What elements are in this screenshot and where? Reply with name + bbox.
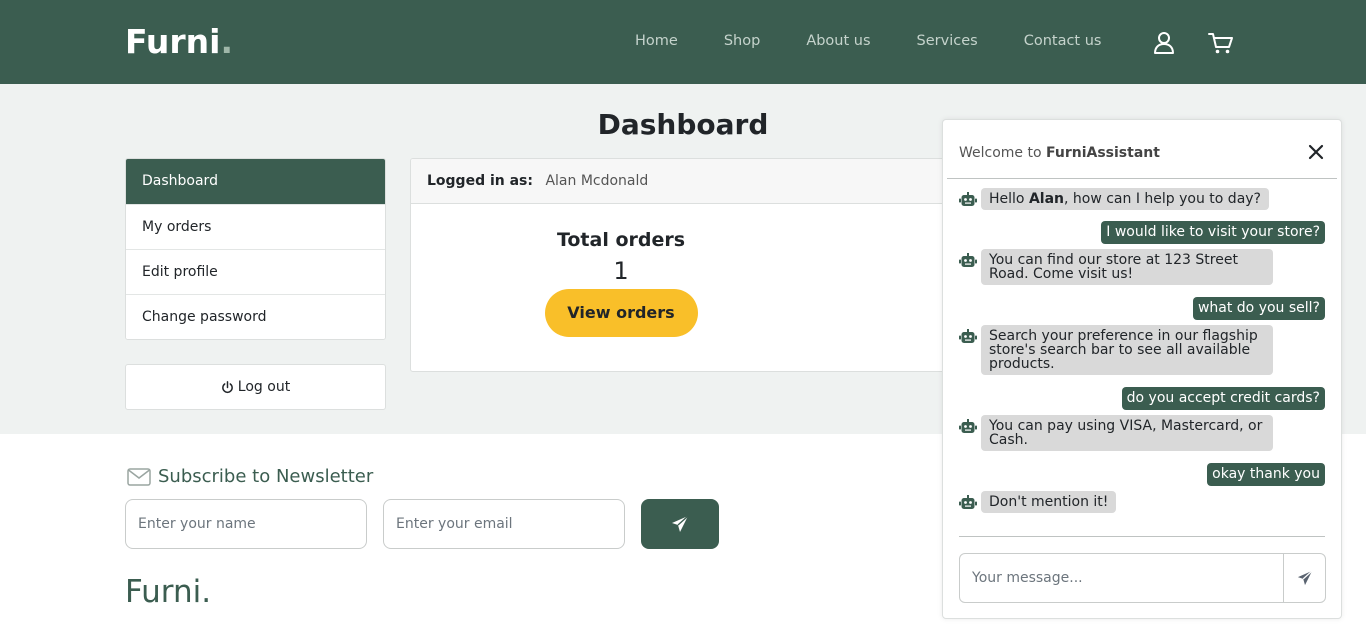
nav-link-about-us[interactable]: About us	[806, 33, 870, 49]
robot-icon	[959, 253, 977, 267]
chat-input-group	[959, 553, 1326, 603]
user-bubble: do you accept credit cards?	[1121, 387, 1325, 410]
robot-icon	[959, 495, 977, 509]
user-bubble: what do you sell?	[1192, 297, 1325, 320]
total-orders-count: 1	[613, 257, 629, 285]
account-menu: Dashboard My orders Edit profile Change …	[125, 158, 386, 340]
paper-plane-icon	[1297, 570, 1313, 586]
paper-plane-icon	[672, 515, 689, 532]
nav-link-home[interactable]: Home	[635, 33, 678, 49]
chat-message-user: do you accept credit cards?	[959, 387, 1325, 410]
robot-icon	[959, 329, 977, 343]
newsletter-title: Subscribe to Newsletter	[127, 466, 373, 487]
nav-links: Home Shop About us Services Contact us	[612, 33, 1124, 49]
newsletter-email-input[interactable]	[383, 499, 625, 549]
chat-message-bot: Hello Alan, how can I help you to day?	[959, 188, 1325, 214]
bot-bubble: Don't mention it!	[981, 491, 1117, 513]
power-icon	[221, 380, 233, 393]
total-orders-title: Total orders	[556, 229, 686, 251]
robot-icon	[959, 192, 977, 206]
nav-link-contact-us[interactable]: Contact us	[1024, 33, 1102, 49]
chat-message-bot: Search your preference in our flagship s…	[959, 325, 1325, 383]
account-card: Logged in as: Alan Mcdonald Total orders…	[410, 158, 970, 372]
chat-welcome-prefix: Welcome to	[959, 145, 1046, 161]
close-icon[interactable]	[1308, 144, 1324, 160]
user-bubble: okay thank you	[1207, 463, 1325, 486]
chat-message-bot: You can find our store at 123 Street Roa…	[959, 249, 1325, 293]
user-bubble: I would like to visit your store?	[1101, 221, 1325, 244]
chat-send-button[interactable]	[1284, 554, 1325, 602]
chat-divider	[959, 536, 1325, 537]
bot-bubble: Search your preference in our flagship s…	[981, 325, 1273, 375]
brand-text: Furni	[125, 22, 221, 61]
robot-icon	[959, 419, 977, 433]
chat-header: Welcome to FurniAssistant	[947, 120, 1337, 179]
navbar: Furni. Home Shop About us Services Conta…	[0, 0, 1366, 84]
total-orders-block: Total orders 1 View orders	[411, 229, 831, 337]
logged-in-user: Alan Mcdonald	[545, 173, 649, 189]
cart-icon[interactable]	[1208, 30, 1234, 56]
chat-message-user: okay thank you	[959, 463, 1325, 486]
newsletter-name-input[interactable]	[125, 499, 367, 549]
logged-in-header: Logged in as: Alan Mcdonald	[411, 159, 969, 204]
view-orders-button[interactable]: View orders	[544, 289, 698, 337]
chat-message-user: what do you sell?	[959, 297, 1325, 320]
menu-item-my-orders[interactable]: My orders	[126, 204, 385, 249]
bot-bubble: You can pay using VISA, Mastercard, or C…	[981, 415, 1273, 451]
chat-message-input[interactable]	[960, 554, 1284, 602]
logged-in-label: Logged in as:	[427, 173, 533, 189]
brand-dot: .	[220, 22, 234, 61]
menu-item-dashboard[interactable]: Dashboard	[126, 159, 385, 204]
chat-assistant-name: FurniAssistant	[1046, 145, 1160, 161]
envelope-icon	[127, 467, 151, 486]
bot-bubble: You can find our store at 123 Street Roa…	[981, 249, 1273, 285]
bot-bubble: Hello Alan, how can I help you to day?	[981, 188, 1269, 210]
chat-message-bot: Don't mention it!	[959, 491, 1325, 519]
chat-message-user: I would like to visit your store?	[959, 221, 1325, 244]
chat-widget: Welcome to FurniAssistant Hello Alan, ho…	[942, 119, 1342, 619]
nav-link-services[interactable]: Services	[917, 33, 978, 49]
menu-item-edit-profile[interactable]: Edit profile	[126, 249, 385, 294]
footer-brand[interactable]: Furni.	[125, 574, 211, 610]
menu-item-change-password[interactable]: Change password	[126, 294, 385, 339]
chat-message-bot: You can pay using VISA, Mastercard, or C…	[959, 415, 1325, 459]
newsletter-submit-button[interactable]	[641, 499, 719, 549]
logout-button[interactable]: Log out	[125, 364, 386, 410]
brand-logo[interactable]: Furni.	[125, 22, 233, 61]
logout-label: Log out	[237, 379, 291, 395]
user-icon[interactable]	[1151, 30, 1177, 56]
nav-link-shop[interactable]: Shop	[724, 33, 760, 49]
chat-welcome: Welcome to FurniAssistant	[959, 145, 1160, 161]
newsletter-title-text: Subscribe to Newsletter	[158, 466, 374, 487]
